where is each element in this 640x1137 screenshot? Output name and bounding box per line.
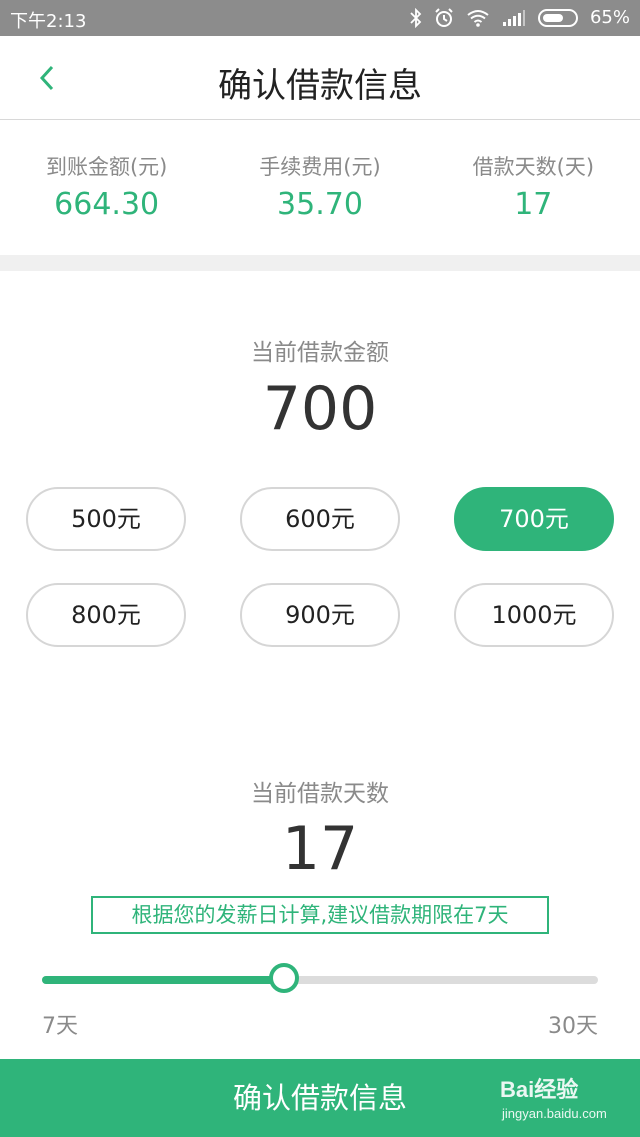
- status-bar: 下午2:13 65%: [0, 0, 640, 36]
- term-value: 17: [281, 814, 359, 884]
- fee-label: 手续费用(元): [259, 155, 381, 179]
- watermark-text: Bai经验: [500, 1077, 579, 1102]
- section-divider: [0, 255, 640, 271]
- amount-option-1000[interactable]: 1000元: [454, 583, 614, 647]
- status-icons: 65%: [410, 7, 630, 28]
- baidu-watermark: Bai经验 jingyan.baidu.com: [500, 1066, 620, 1130]
- signal-icon: [502, 9, 526, 27]
- battery-percent: 65%: [589, 7, 630, 28]
- slider-fill: [42, 976, 284, 984]
- loan-summary: 到账金额(元) 664.30 手续费用(元) 35.70 借款天数(天) 17: [0, 121, 640, 255]
- slider-max-label: 30天: [548, 1014, 598, 1039]
- page-title: 确认借款信息: [218, 66, 422, 106]
- days-value: 17: [514, 187, 553, 222]
- amount-label: 当前借款金额: [251, 340, 389, 366]
- status-time: 下午2:13: [10, 11, 87, 32]
- alarm-icon: [434, 7, 454, 28]
- battery-icon: [537, 8, 578, 27]
- slider-thumb[interactable]: [268, 963, 299, 993]
- summary-received: 到账金额(元) 664.30: [0, 121, 213, 255]
- days-label: 借款天数(天): [472, 155, 595, 179]
- wifi-icon: [466, 9, 490, 27]
- summary-days: 借款天数(天) 17: [427, 121, 640, 255]
- term-label: 当前借款天数: [251, 781, 389, 807]
- fee-value: 35.70: [277, 187, 363, 222]
- app-header: 确认借款信息: [0, 36, 640, 120]
- amount-option-800[interactable]: 800元: [26, 583, 186, 647]
- bluetooth-icon: [410, 7, 422, 28]
- amount-value: 700: [262, 374, 378, 444]
- received-value: 664.30: [54, 187, 160, 222]
- term-slider[interactable]: [42, 963, 598, 993]
- watermark-url: jingyan.baidu.com: [502, 1106, 607, 1121]
- slider-min-label: 7天: [42, 1014, 78, 1039]
- received-label: 到账金额(元): [45, 155, 168, 179]
- amount-option-900[interactable]: 900元: [240, 583, 400, 647]
- amount-option-700[interactable]: 700元: [454, 487, 614, 551]
- amount-option-600[interactable]: 600元: [240, 487, 400, 551]
- amount-option-500[interactable]: 500元: [26, 487, 186, 551]
- payday-tip: 根据您的发薪日计算,建议借款期限在7天: [91, 896, 549, 934]
- summary-fee: 手续费用(元) 35.70: [213, 121, 426, 255]
